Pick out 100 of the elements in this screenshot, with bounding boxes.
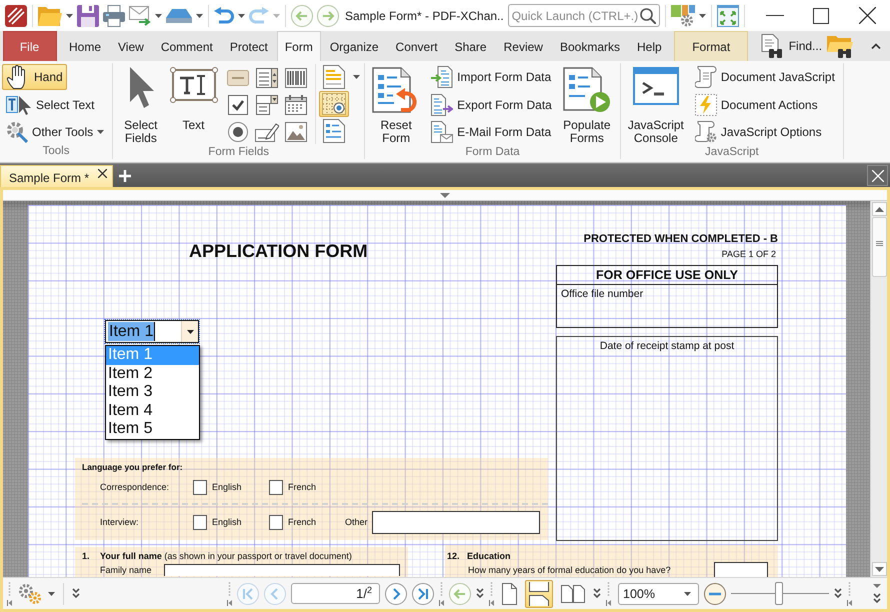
ribbon-tab[interactable]: Convert <box>388 31 446 61</box>
page-number-field[interactable]: 1/$^{2}$ <box>291 583 380 604</box>
combo-box-icon[interactable] <box>256 95 278 115</box>
ribbon-tab[interactable]: Home <box>61 31 110 61</box>
caret-icon[interactable] <box>97 130 104 134</box>
dropdown-option[interactable]: Item 2 <box>106 364 199 384</box>
text-field[interactable] <box>372 511 540 534</box>
ribbon-tab[interactable]: Review <box>496 31 551 61</box>
checkbox[interactable] <box>193 480 207 495</box>
double-chevron-icon[interactable] <box>476 588 484 599</box>
ribbon-tab[interactable]: View <box>110 31 152 61</box>
ribbon-button[interactable]: Other Tools <box>2 119 108 145</box>
fullscreen-icon[interactable] <box>716 4 739 26</box>
document-tab[interactable]: Sample Form * <box>0 165 113 187</box>
ribbon-tab[interactable]: Help <box>629 31 670 61</box>
scanner-icon[interactable] <box>166 8 192 22</box>
save-icon[interactable] <box>77 4 99 26</box>
list-box-icon[interactable] <box>256 68 278 88</box>
double-chevron-icon[interactable] <box>873 592 881 604</box>
file-menu-button[interactable]: File <box>2 31 56 61</box>
document-binoculars-icon[interactable] <box>760 34 783 58</box>
ribbon-button[interactable]: Select Text <box>2 92 98 118</box>
caret-icon[interactable] <box>196 14 203 18</box>
ribbon-button[interactable]: Select Fields <box>119 64 163 146</box>
gears-icon[interactable] <box>18 582 42 604</box>
vertical-scrollbar[interactable] <box>870 201 887 577</box>
maximize-icon[interactable] <box>813 8 829 24</box>
checkbox-icon[interactable] <box>228 95 248 115</box>
caret-icon[interactable] <box>684 592 691 596</box>
ribbon-button[interactable]: JavaScript Console <box>622 64 689 146</box>
caret-icon[interactable] <box>186 330 194 334</box>
ribbon-button[interactable]: Import Form Data <box>427 64 556 90</box>
last-page-icon[interactable] <box>412 582 434 604</box>
layout-gear-icon[interactable] <box>670 4 695 26</box>
ribbon-button[interactable]: Document JavaScript <box>690 64 839 90</box>
caret-icon[interactable] <box>48 592 55 596</box>
signature-icon[interactable] <box>254 122 279 142</box>
dropdown-button[interactable] <box>181 321 198 342</box>
ribbon-button[interactable]: Text <box>164 64 223 146</box>
text-field[interactable] <box>164 564 400 576</box>
checkbox[interactable] <box>269 480 283 495</box>
find-button[interactable]: Find... <box>758 31 824 61</box>
scroll-up-button[interactable] <box>872 202 886 216</box>
scroll-down-button[interactable] <box>872 562 886 576</box>
envelope-icon[interactable] <box>129 6 151 26</box>
barcode-icon[interactable] <box>284 68 307 88</box>
slider-thumb[interactable] <box>775 582 784 604</box>
checkbox[interactable] <box>193 515 207 530</box>
ribbon-button[interactable]: Document Actions <box>690 92 822 118</box>
chevron-up-icon[interactable] <box>871 43 881 49</box>
triangle-down-icon[interactable] <box>440 192 450 198</box>
close-icon[interactable] <box>98 169 107 178</box>
toggle-button[interactable] <box>318 91 349 117</box>
triangle-down-icon[interactable] <box>873 584 881 588</box>
image-icon[interactable] <box>284 122 307 142</box>
double-chevron-icon[interactable] <box>593 588 601 599</box>
quick-launch-field[interactable]: Quick Launch (CTRL+.) <box>508 4 660 27</box>
close-button[interactable] <box>867 165 888 186</box>
calendar-icon[interactable] <box>284 95 307 115</box>
answer-box[interactable] <box>714 562 768 577</box>
ribbon-tab[interactable]: Organize <box>322 31 387 61</box>
caret-icon[interactable] <box>352 75 360 79</box>
folder-binoculars-icon[interactable] <box>827 34 854 58</box>
dropdown-option[interactable]: Item 5 <box>106 420 199 439</box>
undo-icon[interactable] <box>214 6 234 24</box>
zoom-field[interactable]: 100% <box>618 582 699 604</box>
ribbon-button[interactable]: Hand <box>2 64 67 90</box>
plus-icon[interactable] <box>119 170 131 182</box>
ribbon-tab[interactable]: Format <box>674 31 748 61</box>
double-chevron-icon[interactable] <box>834 588 842 599</box>
up-arrow-icon[interactable] <box>874 206 884 212</box>
ribbon-button[interactable]: Export Form Data <box>427 92 556 118</box>
ribbon-button[interactable]: E-Mail Form Data <box>427 119 556 145</box>
caret-icon[interactable] <box>66 14 73 18</box>
checkbox[interactable] <box>269 515 283 530</box>
ribbon-tab[interactable]: Form <box>276 31 321 61</box>
zoom-out-icon[interactable] <box>704 582 726 604</box>
dropdown-option[interactable]: Item 3 <box>106 383 199 402</box>
ribbon-button[interactable]: Populate Forms <box>558 64 616 146</box>
ribbon-button[interactable]: JavaScript Options <box>690 119 826 145</box>
ribbon-tab[interactable]: Protect <box>222 31 276 61</box>
caret-icon[interactable] <box>698 14 706 18</box>
printer-icon[interactable] <box>103 4 125 26</box>
next-page-icon[interactable] <box>385 582 407 604</box>
double-chevron-icon[interactable] <box>72 588 80 599</box>
ribbon-button[interactable]: Reset Form <box>367 64 426 146</box>
dropdown-option[interactable]: Item 4 <box>106 402 199 420</box>
app-logo-icon[interactable] <box>5 4 27 26</box>
ribbon-tab[interactable]: Share <box>446 31 495 61</box>
close-icon[interactable] <box>858 7 876 24</box>
ribbon-tab[interactable]: Bookmarks <box>552 31 628 61</box>
scrollbar-thumb[interactable] <box>872 217 886 277</box>
combo-box[interactable]: Item 1 <box>104 319 200 344</box>
caret-icon[interactable] <box>155 14 162 18</box>
page-view-button[interactable] <box>525 580 553 608</box>
down-arrow-icon[interactable] <box>874 566 884 572</box>
caret-icon[interactable] <box>238 14 245 18</box>
radio-button-icon[interactable] <box>228 122 248 142</box>
button-field-icon[interactable] <box>226 68 249 88</box>
ribbon-tab[interactable]: Comment <box>152 31 221 61</box>
